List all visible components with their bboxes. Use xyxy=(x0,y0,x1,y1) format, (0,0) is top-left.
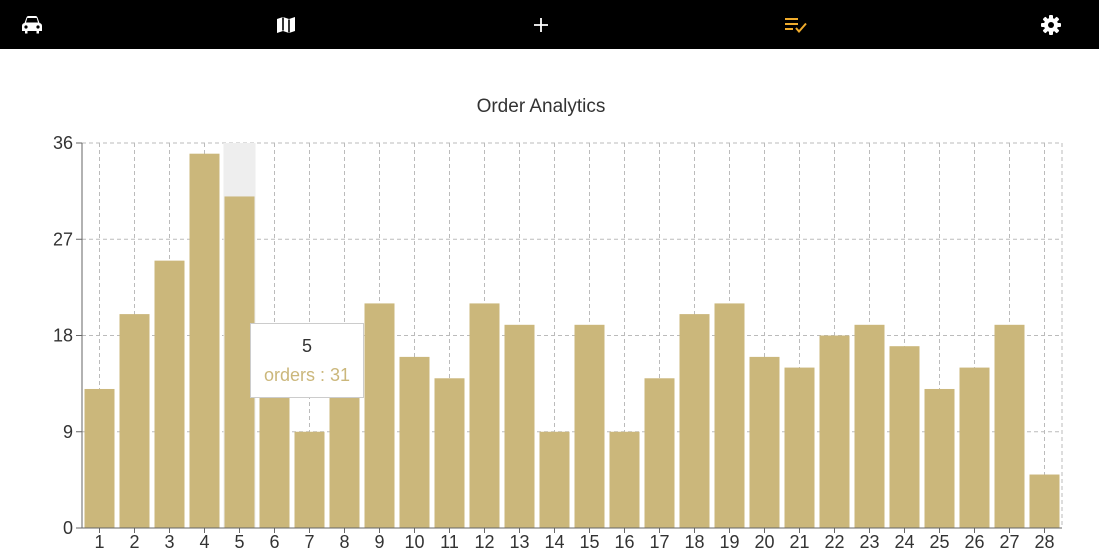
top-nav-bar xyxy=(0,0,1099,49)
nav-car-button[interactable] xyxy=(2,0,62,49)
bar-21[interactable] xyxy=(784,367,815,528)
bar-19[interactable] xyxy=(714,303,745,528)
nav-map-button[interactable] xyxy=(256,0,316,49)
plus-icon xyxy=(533,17,549,33)
bar-20[interactable] xyxy=(749,356,780,528)
car-icon xyxy=(21,15,43,35)
bar-28[interactable] xyxy=(1029,474,1060,528)
bar-22[interactable] xyxy=(819,335,850,529)
x-tick-label: 9 xyxy=(374,532,384,552)
y-tick-labels: 0 9 18 27 36 xyxy=(53,133,73,538)
bar-10[interactable] xyxy=(399,356,430,528)
x-tick-label: 10 xyxy=(404,532,424,552)
bar-27[interactable] xyxy=(994,324,1025,528)
tooltip-value: orders : 31 xyxy=(263,365,351,385)
chart-title: Order Analytics xyxy=(477,96,606,117)
bar-12[interactable] xyxy=(469,303,500,528)
x-tick-label: 17 xyxy=(649,532,669,552)
x-tick-label: 20 xyxy=(754,532,774,552)
bar-4[interactable] xyxy=(189,153,220,528)
tooltip-label: 5 xyxy=(301,336,312,356)
x-tick-label: 22 xyxy=(824,532,844,552)
bar-16[interactable] xyxy=(609,431,640,528)
bar-15[interactable] xyxy=(574,324,605,528)
gear-icon xyxy=(1040,14,1062,36)
bar-1[interactable] xyxy=(84,388,115,528)
x-tick-label: 3 xyxy=(164,532,174,552)
checklist-icon xyxy=(784,16,808,34)
bar-23[interactable] xyxy=(854,324,885,528)
bar-26[interactable] xyxy=(959,367,990,528)
x-tick-label: 11 xyxy=(440,532,459,552)
chart-tooltip: 5 orders : 31 xyxy=(250,323,364,398)
map-icon xyxy=(276,15,296,35)
bar-7[interactable] xyxy=(294,431,325,528)
x-tick-label: 23 xyxy=(859,532,879,552)
bar-9[interactable] xyxy=(364,303,395,528)
y-tick-label: 27 xyxy=(53,229,73,249)
x-tick-label: 25 xyxy=(929,532,949,552)
x-tick-label: 27 xyxy=(999,532,1019,552)
x-tick-label: 19 xyxy=(719,532,739,552)
bar-24[interactable] xyxy=(889,346,920,528)
nav-orders-button[interactable] xyxy=(766,0,826,49)
x-tick-label: 16 xyxy=(614,532,634,552)
x-tick-label: 8 xyxy=(339,532,349,552)
y-tick-label: 36 xyxy=(53,133,73,153)
bar-11[interactable] xyxy=(434,378,465,528)
order-analytics-chart: Order Analytics 0 9 18 27 36 1 2 3 4 5 6 7 8 9 10 11 12… xyxy=(0,49,1099,558)
x-tick-label: 24 xyxy=(894,532,914,552)
x-tick-label: 4 xyxy=(199,532,209,552)
bar-14[interactable] xyxy=(539,431,570,528)
bar-3[interactable] xyxy=(154,260,185,528)
x-tick-label: 5 xyxy=(234,532,244,552)
y-tick-label: 0 xyxy=(63,518,73,538)
y-tick-label: 9 xyxy=(63,422,73,442)
y-tick-label: 18 xyxy=(53,326,73,346)
x-tick-label: 14 xyxy=(544,532,564,552)
bar-25[interactable] xyxy=(924,388,955,528)
bar-13[interactable] xyxy=(504,324,535,528)
x-tick-label: 1 xyxy=(94,532,104,552)
x-tick-label: 12 xyxy=(474,532,494,552)
x-tick-label: 13 xyxy=(509,532,529,552)
x-tick-label: 2 xyxy=(129,532,139,552)
nav-add-button[interactable] xyxy=(511,0,571,49)
x-tick-label: 26 xyxy=(964,532,984,552)
x-tick-label: 15 xyxy=(579,532,599,552)
bar-2[interactable] xyxy=(119,314,150,528)
bar-18[interactable] xyxy=(679,314,710,528)
x-tick-label: 18 xyxy=(684,532,704,552)
chart-svg: Order Analytics 09182736 1 2 3 4 5 6 7 8 9 10 11 12… xyxy=(53,96,1063,552)
x-tick-label: 21 xyxy=(789,532,809,552)
x-tick-label: 6 xyxy=(269,532,279,552)
nav-settings-button[interactable] xyxy=(1021,0,1081,49)
x-tick-labels: 1 2 3 4 5 6 7 8 9 10 11 12 13 14 15 16 17 18 19 20 21 22 23 24 2… xyxy=(94,532,1054,552)
x-tick-label: 28 xyxy=(1034,532,1054,552)
bars xyxy=(84,153,1060,529)
bar-17[interactable] xyxy=(644,378,675,528)
x-tick-label: 7 xyxy=(304,532,314,552)
